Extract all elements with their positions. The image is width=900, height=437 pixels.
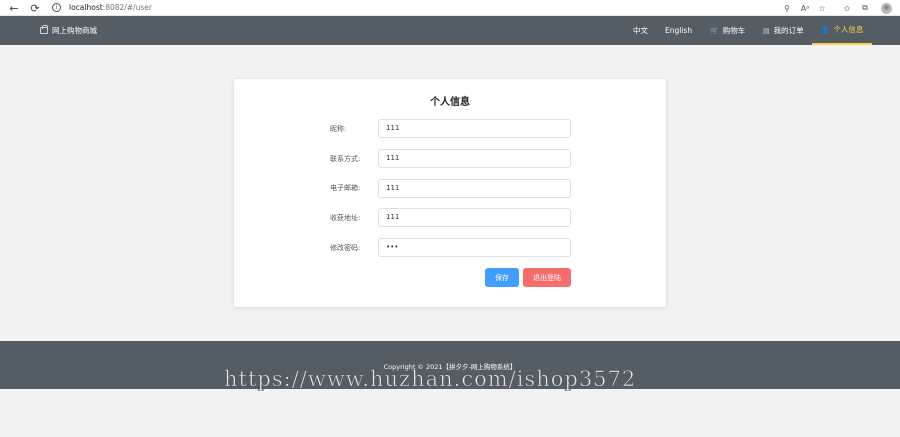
site-info-icon[interactable]: i — [52, 3, 61, 12]
user-icon: 👤 — [820, 25, 830, 34]
collections-icon[interactable]: ⧉ — [858, 0, 872, 16]
menu-item-cart[interactable]: 🛒 购物车 — [710, 16, 745, 45]
logout-button[interactable]: 退出登陆 — [523, 268, 571, 287]
watermark-text: https://www.huzhan.com/ishop3572 — [224, 367, 637, 392]
save-button[interactable]: 保存 — [485, 268, 519, 287]
cart-icon: 🛒 — [710, 26, 719, 35]
menu-label: 我的订单 — [773, 26, 804, 35]
contact-field[interactable]: 111 — [378, 149, 571, 168]
menu-label: English — [665, 26, 693, 35]
read-aloud-icon[interactable]: Aᵃ — [798, 0, 812, 16]
profile-card: 个人信息 昵称: 111 联系方式: 111 电子邮箱: 111 收获地址: 1… — [234, 79, 666, 307]
profile-avatar[interactable] — [881, 3, 892, 14]
brand-link[interactable]: 网上购物商城 — [40, 16, 97, 45]
page-title: 个人信息 — [430, 97, 470, 108]
browser-toolbar: ← ⟳ i localhost:8082/#/user ⚲ Aᵃ ☆ ✩ ⧉ — [0, 0, 900, 16]
menu-item-profile[interactable]: 👤 个人信息 — [812, 16, 872, 45]
favorites-list-icon[interactable]: ✩ — [840, 0, 854, 16]
email-field[interactable]: 111 — [378, 179, 571, 198]
menu-label: 购物车 — [722, 26, 746, 35]
menu-item-orders[interactable]: ▤ 我的订单 — [763, 16, 804, 45]
top-nav: 网上购物商城 中文 English 🛒 购物车 ▤ 我的订单 👤 个人信息 — [0, 16, 900, 45]
shopping-bag-icon — [40, 25, 48, 34]
key-icon[interactable]: ⚲ — [780, 0, 794, 16]
brand-title: 网上购物商城 — [52, 26, 97, 35]
address-field[interactable]: 111 — [378, 208, 571, 227]
menu-item-chinese[interactable]: 中文 — [633, 16, 648, 45]
nickname-field[interactable]: 111 — [378, 119, 571, 138]
orders-icon: ▤ — [763, 26, 770, 35]
password-field[interactable]: ••• — [378, 238, 571, 257]
url-path: :8082/#/user — [102, 3, 152, 12]
back-icon[interactable]: ← — [7, 0, 21, 16]
address-bar[interactable]: i localhost:8082/#/user — [52, 1, 792, 14]
favorite-icon[interactable]: ☆ — [815, 0, 829, 16]
reload-icon[interactable]: ⟳ — [28, 0, 42, 16]
url-host: localhost — [69, 3, 103, 12]
menu-item-english[interactable]: English — [665, 16, 692, 45]
menu-label: 中文 — [633, 26, 648, 35]
menu-label: 个人信息 — [833, 25, 864, 34]
